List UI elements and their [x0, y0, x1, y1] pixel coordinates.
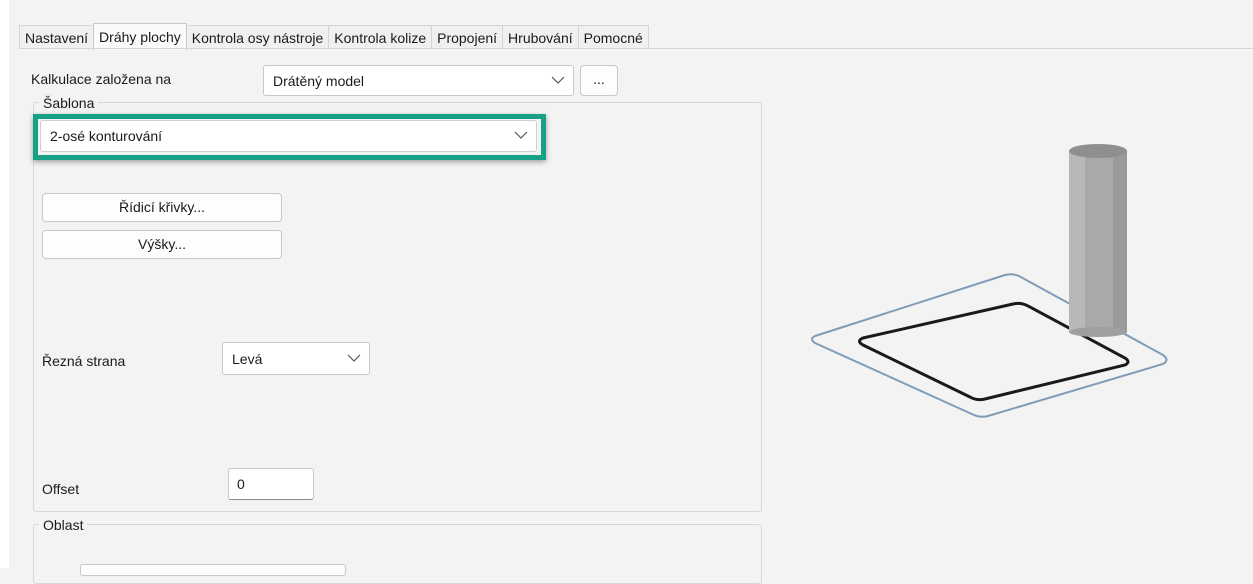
area-control[interactable]	[80, 564, 346, 576]
offset-label: Offset	[42, 481, 80, 497]
window-left-edge	[0, 0, 9, 568]
tab-divider	[19, 48, 1253, 49]
contour-toolpath-preview	[811, 144, 1168, 418]
calculation-select-value: Drátěný model	[273, 72, 365, 89]
tab-pomocne[interactable]: Pomocné	[577, 25, 649, 49]
template-select-highlight	[33, 114, 546, 160]
cut-side-select-value: Levá	[232, 350, 263, 367]
calculation-label: Kalkulace založena na	[31, 71, 172, 87]
tab-propojeni[interactable]: Propojení	[431, 25, 504, 49]
tab-kontrola-kolize[interactable]: Kontrola kolize	[328, 25, 433, 49]
template-group	[33, 102, 762, 512]
calculation-more-button[interactable]: ...	[580, 65, 618, 96]
tab-hrubovani[interactable]: Hrubování	[502, 25, 579, 49]
tab-drahy-plochy[interactable]: Dráhy plochy	[93, 23, 187, 50]
tab-bar: Nastavení Dráhy plochy Kontrola osy nást…	[19, 23, 649, 50]
tab-nastaveni[interactable]: Nastavení	[19, 25, 95, 49]
calculation-select[interactable]: Drátěný model	[263, 65, 574, 96]
offset-input-value: 0	[237, 476, 245, 492]
offset-input[interactable]: 0	[228, 468, 314, 500]
area-group-legend: Oblast	[39, 517, 88, 533]
tab-kontrola-osy-nastroje[interactable]: Kontrola osy nástroje	[185, 25, 330, 49]
guide-curves-button[interactable]: Řídicí křivky...	[42, 193, 282, 222]
chevron-down-icon	[347, 354, 361, 362]
heights-button[interactable]: Výšky...	[42, 230, 282, 259]
tool-cylinder	[1069, 144, 1127, 337]
template-group-legend: Šablona	[39, 95, 99, 111]
chevron-down-icon	[551, 76, 565, 84]
cut-side-label: Řezná strana	[42, 353, 126, 369]
cut-side-select[interactable]: Levá	[222, 342, 370, 375]
